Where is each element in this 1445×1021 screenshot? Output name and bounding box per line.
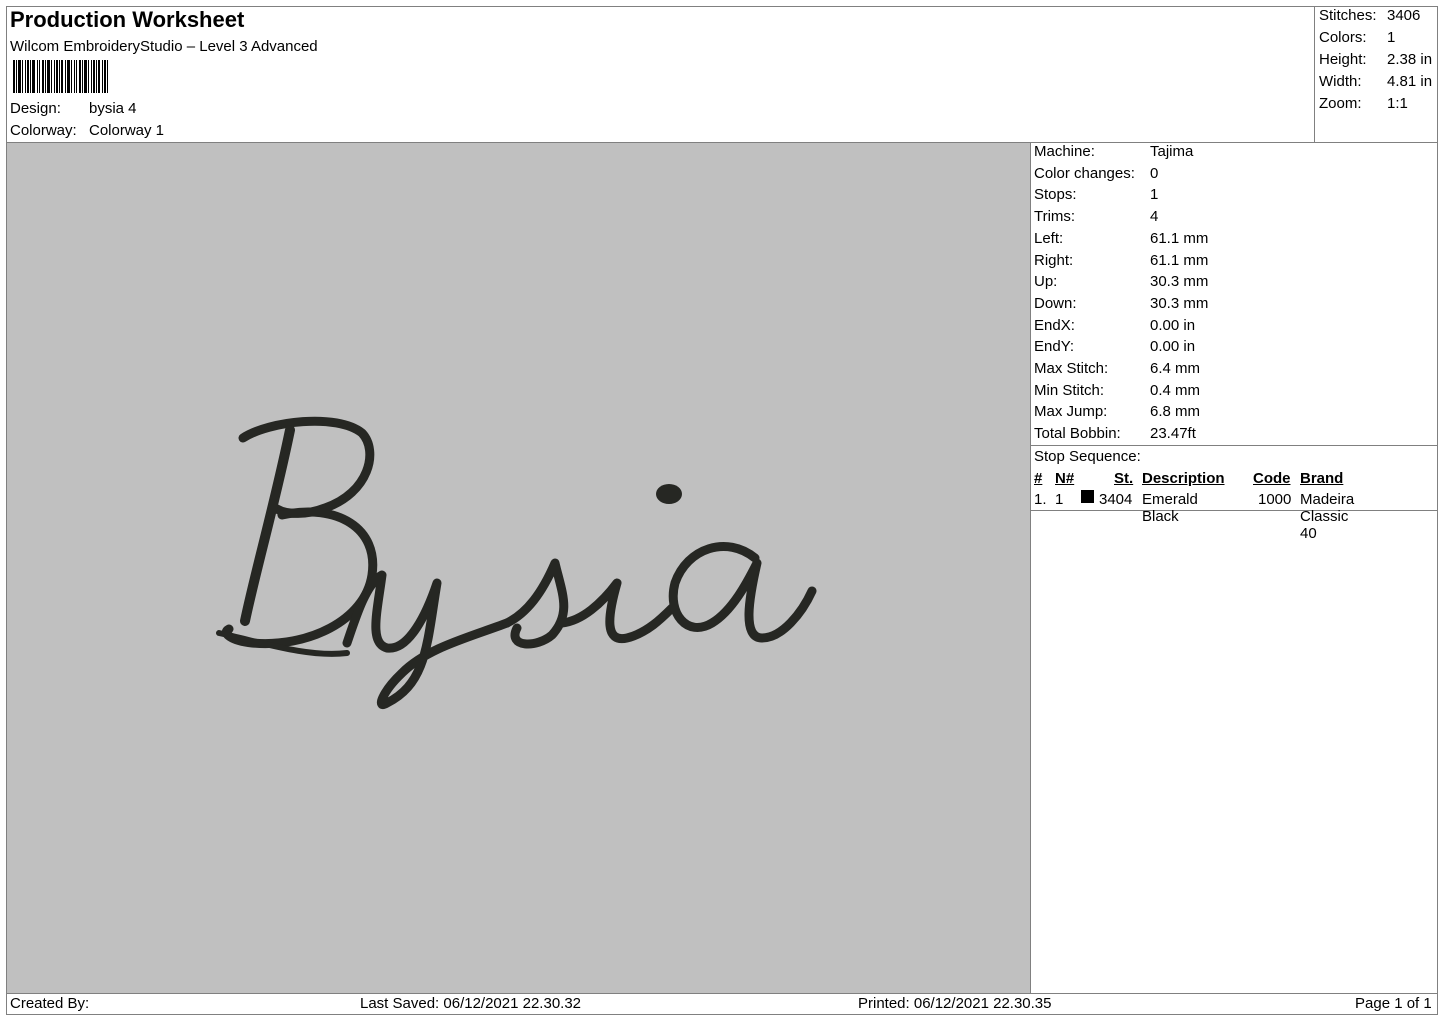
stat-colors: Colors: 1 xyxy=(1319,29,1395,46)
info-value: 0.00 in xyxy=(1150,316,1196,334)
row-description: Emerald Black xyxy=(1142,491,1198,525)
stat-label: Colors: xyxy=(1319,29,1367,46)
info-label: Stops: xyxy=(1034,186,1077,204)
row-st: 3404 xyxy=(1099,491,1133,508)
design-label: Design: xyxy=(10,100,61,117)
stat-label: Stitches: xyxy=(1319,7,1377,24)
info-value: 0 xyxy=(1150,164,1159,182)
info-label: Trims: xyxy=(1034,208,1076,226)
stat-value: 1 xyxy=(1387,29,1396,46)
col-description: Description xyxy=(1142,470,1225,487)
machine-info-row: Left: 61.1 mm xyxy=(1034,230,1208,247)
machine-info-row: Machine: Tajima xyxy=(1034,143,1193,160)
info-label: Up: xyxy=(1034,273,1058,291)
letter-a xyxy=(668,542,817,643)
thread-color-swatch xyxy=(1081,490,1094,503)
stop-sequence-title: Stop Sequence: xyxy=(1034,448,1141,465)
letter-i-dot xyxy=(656,484,682,504)
info-label: Max Stitch: xyxy=(1034,360,1109,377)
machine-info-row: Total Bobbin: 23.47ft xyxy=(1034,425,1196,442)
info-label: Max Jump: xyxy=(1034,403,1108,421)
letter-y xyxy=(342,570,512,709)
row-brand: Madeira Classic 40 xyxy=(1300,491,1355,542)
info-value: 0.00 in xyxy=(1150,338,1196,356)
col-num: # xyxy=(1034,470,1043,487)
embroidery-design xyxy=(216,416,817,709)
colorway-row: Colorway: Colorway 1 xyxy=(10,122,164,139)
page-number: Page 1 of 1 xyxy=(1355,995,1432,1012)
stats-divider xyxy=(1314,6,1315,143)
col-st: St. xyxy=(1114,470,1134,487)
letter-s xyxy=(502,558,569,649)
info-label: Right: xyxy=(1034,251,1074,269)
stat-value: 2.38 in xyxy=(1387,51,1433,68)
machine-info-row: Down: 30.3 mm xyxy=(1034,295,1208,312)
info-value: 1 xyxy=(1150,186,1159,204)
machine-info-row: EndY: 0.00 in xyxy=(1034,338,1195,355)
stat-zoom: Zoom: 1:1 xyxy=(1319,95,1408,112)
machine-info-row: Right: 61.1 mm xyxy=(1034,252,1208,269)
machine-info-row: Up: 30.3 mm xyxy=(1034,273,1208,290)
letter-i-stem xyxy=(557,578,677,644)
info-label: Total Bobbin: xyxy=(1034,425,1121,443)
stat-height: Height: 2.38 in xyxy=(1319,51,1432,68)
row-n: 1 xyxy=(1055,491,1064,508)
machine-info-row: Max Jump: 6.8 mm xyxy=(1034,403,1200,420)
col-n: N# xyxy=(1055,470,1075,487)
info-label: Machine: xyxy=(1034,143,1095,160)
design-value: bysia 4 xyxy=(89,100,137,117)
created-by: Created By: xyxy=(10,995,90,1012)
stat-label: Width: xyxy=(1319,73,1362,90)
design-divider xyxy=(1030,142,1031,993)
footer-divider xyxy=(6,993,1438,994)
info-value: 30.3 mm xyxy=(1150,294,1209,312)
row-code: 1000 xyxy=(1258,491,1292,508)
page-title: Production Worksheet xyxy=(10,7,245,32)
info-value: 6.4 mm xyxy=(1150,360,1201,377)
colorway-value: Colorway 1 xyxy=(89,122,165,139)
info-label: Left: xyxy=(1034,229,1064,247)
stop-divider xyxy=(1030,510,1438,511)
machine-info-row: Stops: 1 xyxy=(1034,186,1158,203)
letter-b-stem xyxy=(240,425,295,626)
stat-stitches: Stitches: 3406 xyxy=(1319,7,1420,24)
info-value: 6.8 mm xyxy=(1150,403,1201,421)
info-value: Tajima xyxy=(1150,143,1194,160)
last-saved: Last Saved: 06/12/2021 22.30.32 xyxy=(360,995,582,1012)
info-divider xyxy=(1030,445,1438,446)
info-value: 23.47ft xyxy=(1150,425,1196,443)
col-brand: Brand xyxy=(1300,470,1344,487)
machine-info-row: Color changes: 0 xyxy=(1034,165,1158,182)
info-value: 61.1 mm xyxy=(1150,229,1209,247)
info-label: EndY: xyxy=(1034,338,1075,356)
col-code: Code xyxy=(1253,470,1291,487)
info-value: 61.1 mm xyxy=(1150,251,1209,269)
info-value: 0.4 mm xyxy=(1150,381,1201,399)
info-label: Min Stitch: xyxy=(1034,381,1105,399)
stat-value: 1:1 xyxy=(1387,95,1408,112)
info-value: 4 xyxy=(1150,208,1159,226)
letter-b-swash xyxy=(238,416,375,518)
design-row: Design: bysia 4 xyxy=(10,100,137,117)
stat-label: Zoom: xyxy=(1319,95,1362,112)
info-label: Color changes: xyxy=(1034,164,1135,182)
barcode xyxy=(13,60,165,93)
printed-date: Printed: 06/12/2021 22.30.35 xyxy=(858,995,1052,1012)
machine-info-row: Min Stitch: 0.4 mm xyxy=(1034,382,1200,399)
machine-info-row: Trims: 4 xyxy=(1034,208,1158,225)
design-preview xyxy=(7,143,1030,993)
machine-info-row: EndX: 0.00 in xyxy=(1034,317,1195,334)
info-value: 30.3 mm xyxy=(1150,273,1209,291)
stat-label: Height: xyxy=(1319,51,1367,68)
colorway-label: Colorway: xyxy=(10,122,77,139)
machine-info-row: Max Stitch: 6.4 mm xyxy=(1034,360,1200,377)
info-label: Down: xyxy=(1034,294,1077,312)
stat-value: 4.81 in xyxy=(1387,73,1433,90)
stat-value: 3406 xyxy=(1387,7,1421,24)
stat-width: Width: 4.81 in xyxy=(1319,73,1432,90)
software-name: Wilcom EmbroideryStudio – Level 3 Advanc… xyxy=(10,38,318,55)
info-label: EndX: xyxy=(1034,316,1075,334)
row-num: 1. xyxy=(1034,491,1047,508)
